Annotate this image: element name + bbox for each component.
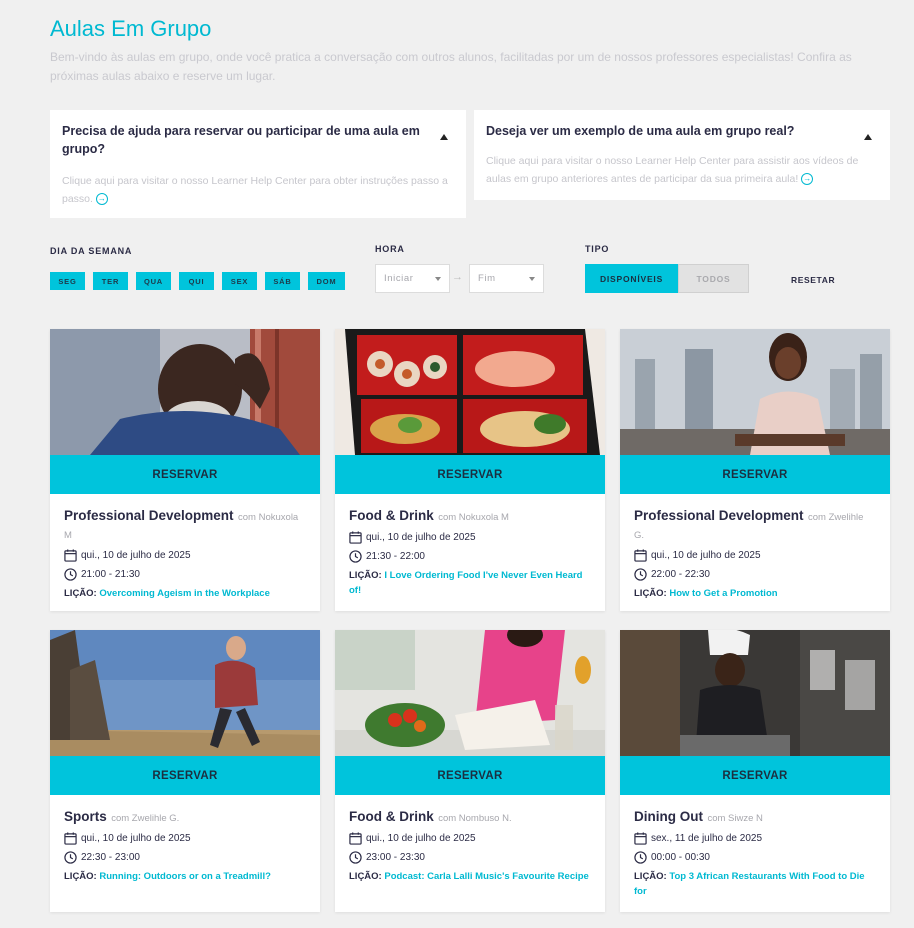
class-topic: Food & Drink xyxy=(349,809,434,824)
class-teacher: com Zwelihle G. xyxy=(111,813,180,824)
reserve-button[interactable]: RESERVAR xyxy=(50,455,320,494)
lesson-prefix: LIÇÃO: xyxy=(634,588,667,599)
arrow-right-circle-icon[interactable]: → xyxy=(95,193,108,206)
chevron-down-icon xyxy=(529,276,535,281)
end-time-select[interactable]: Fim xyxy=(469,264,544,293)
arrow-right-circle-icon[interactable]: → xyxy=(801,173,814,186)
lesson-prefix: LIÇÃO: xyxy=(634,871,667,882)
lesson-link[interactable]: Running: Outdoors or on a Treadmill? xyxy=(99,871,271,882)
class-date: qui., 10 de julho de 2025 xyxy=(81,550,191,561)
reserve-button[interactable]: RESERVAR xyxy=(620,756,890,795)
class-card: RESERVAR Professional Development com Zw… xyxy=(620,329,890,611)
day-filter-label: DIA DA SEMANA xyxy=(50,246,133,256)
end-time-placeholder: Fim xyxy=(478,273,496,284)
class-card: RESERVAR Professional Development com No… xyxy=(50,329,320,611)
type-available-button[interactable]: DISPONÍVEIS xyxy=(585,264,678,293)
class-time: 21:00 - 21:30 xyxy=(81,569,140,580)
lesson-prefix: LIÇÃO: xyxy=(349,871,382,882)
class-topic: Sports xyxy=(64,809,107,824)
class-teacher: com Nombuso N. xyxy=(438,813,512,824)
clock-icon xyxy=(349,550,362,563)
reserve-button[interactable]: RESERVAR xyxy=(620,455,890,494)
reserve-button[interactable]: RESERVAR xyxy=(335,455,605,494)
lesson-link[interactable]: I Love Ordering Food I've Never Even Hea… xyxy=(349,570,582,596)
calendar-icon xyxy=(64,832,77,845)
page-title: Aulas Em Grupo xyxy=(50,16,212,41)
class-topic: Professional Development xyxy=(634,508,804,523)
class-image xyxy=(335,630,605,756)
help-reserve-question: Precisa de ajuda para reservar ou partic… xyxy=(62,124,420,156)
help-reserve-panel: Precisa de ajuda para reservar ou partic… xyxy=(50,110,466,218)
arrow-right-icon: → xyxy=(452,271,463,283)
calendar-icon xyxy=(634,832,647,845)
day-button-mon[interactable]: SEG xyxy=(50,272,85,290)
lesson-prefix: LIÇÃO: xyxy=(64,871,97,882)
class-image xyxy=(620,329,890,455)
reserve-button[interactable]: RESERVAR xyxy=(50,756,320,795)
clock-icon xyxy=(634,851,647,864)
class-card: RESERVAR Dining Out com Siwze N sex., 11… xyxy=(620,630,890,912)
start-time-placeholder: Iniciar xyxy=(384,273,414,284)
type-filter-label: TIPO xyxy=(585,244,610,254)
class-topic: Food & Drink xyxy=(349,508,434,523)
calendar-icon xyxy=(349,832,362,845)
clock-icon xyxy=(64,568,77,581)
class-date: qui., 10 de julho de 2025 xyxy=(651,550,761,561)
class-date: qui., 10 de julho de 2025 xyxy=(366,532,476,543)
class-image xyxy=(50,630,320,756)
reset-button[interactable]: RESETAR xyxy=(791,275,835,285)
class-teacher: com Siwze N xyxy=(707,813,763,824)
day-button-fri[interactable]: SEX xyxy=(222,272,257,290)
class-time: 22:30 - 23:00 xyxy=(81,852,140,863)
lesson-link[interactable]: Podcast: Carla Lalli Music's Favourite R… xyxy=(384,871,588,882)
class-image xyxy=(335,329,605,455)
class-date: sex., 11 de julho de 2025 xyxy=(651,833,763,844)
lesson-link[interactable]: How to Get a Promotion xyxy=(669,588,777,599)
collapse-caret-icon[interactable] xyxy=(864,134,872,140)
class-image xyxy=(620,630,890,756)
calendar-icon xyxy=(349,531,362,544)
type-toggle: DISPONÍVEIS TODOS xyxy=(585,264,749,293)
lesson-link[interactable]: Top 3 African Restaurants With Food to D… xyxy=(634,871,865,897)
page-subtitle: Bem-vindo às aulas em grupo, onde você p… xyxy=(50,50,852,83)
class-date: qui., 10 de julho de 2025 xyxy=(366,833,476,844)
clock-icon xyxy=(634,568,647,581)
class-teacher: com Nokuxola M xyxy=(438,512,509,523)
clock-icon xyxy=(64,851,77,864)
class-card: RESERVAR Food & Drink com Nombuso N. qui… xyxy=(335,630,605,912)
type-all-button[interactable]: TODOS xyxy=(678,264,749,293)
lesson-link[interactable]: Overcoming Ageism in the Workplace xyxy=(99,588,270,599)
day-button-sat[interactable]: SÁB xyxy=(265,272,300,290)
class-time: 22:00 - 22:30 xyxy=(651,569,710,580)
lesson-prefix: LIÇÃO: xyxy=(64,588,97,599)
collapse-caret-icon[interactable] xyxy=(440,134,448,140)
day-button-wed[interactable]: QUA xyxy=(136,272,171,290)
hour-filter-label: HORA xyxy=(375,244,405,254)
class-date: qui., 10 de julho de 2025 xyxy=(81,833,191,844)
clock-icon xyxy=(349,851,362,864)
lesson-prefix: LIÇÃO: xyxy=(349,570,382,581)
chevron-down-icon xyxy=(435,276,441,281)
class-card: RESERVAR Sports com Zwelihle G. qui., 10… xyxy=(50,630,320,912)
day-filter: SEG TER QUA QUI SEX SÁB DOM xyxy=(50,272,345,290)
help-example-question: Deseja ver um exemplo de uma aula em gru… xyxy=(486,124,795,138)
day-button-tue[interactable]: TER xyxy=(93,272,128,290)
class-card: RESERVAR Food & Drink com Nokuxola M qui… xyxy=(335,329,605,611)
class-topic: Dining Out xyxy=(634,809,703,824)
class-time: 00:00 - 00:30 xyxy=(651,852,710,863)
class-time: 21:30 - 22:00 xyxy=(366,551,425,562)
help-reserve-answer[interactable]: Clique aqui para visitar o nosso Learner… xyxy=(62,175,448,205)
start-time-select[interactable]: Iniciar xyxy=(375,264,450,293)
class-image xyxy=(50,329,320,455)
calendar-icon xyxy=(634,549,647,562)
help-example-panel: Deseja ver um exemplo de uma aula em gru… xyxy=(474,110,890,200)
reserve-button[interactable]: RESERVAR xyxy=(335,756,605,795)
day-button-thu[interactable]: QUI xyxy=(179,272,214,290)
day-button-sun[interactable]: DOM xyxy=(308,272,345,290)
calendar-icon xyxy=(64,549,77,562)
class-time: 23:00 - 23:30 xyxy=(366,852,425,863)
class-topic: Professional Development xyxy=(64,508,234,523)
